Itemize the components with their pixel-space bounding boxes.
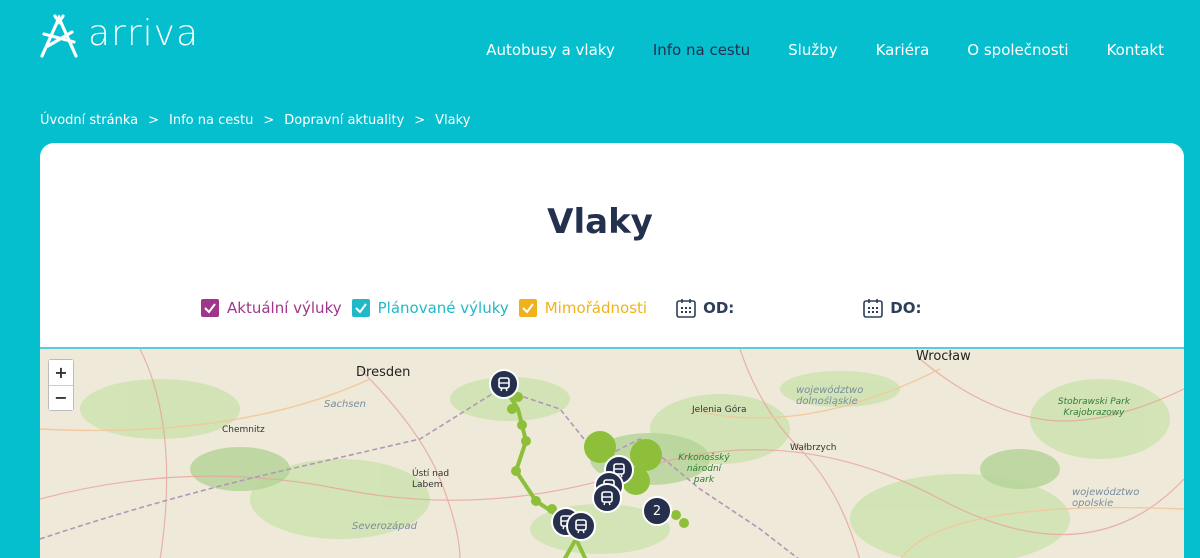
nav-autobusy-a-vlaky[interactable]: Autobusy a vlaky [486, 40, 615, 60]
map-label-stobrawski: Stobrawski Park Krajobrazowy [1057, 397, 1131, 418]
zoom-in-button[interactable]: + [49, 360, 73, 385]
map-background [40, 349, 1184, 558]
logo-text: arriva [88, 13, 200, 54]
map-label-walbrzych: Wałbrzych [790, 443, 837, 453]
map-label-dolnoslaskie: województwo dolnośląskie [796, 385, 864, 407]
cluster-marker[interactable]: 2 [642, 496, 672, 526]
train-icon [601, 491, 613, 506]
map-label-dresden: Dresden [356, 365, 411, 380]
nav-kontakt[interactable]: Kontakt [1107, 40, 1164, 60]
date-to-picker[interactable]: DO: [862, 297, 921, 319]
filter-label: Plánované výluky [377, 299, 509, 317]
map-label-jelenia-gora: Jelenia Góra [692, 405, 747, 415]
page-title: Vlaky [547, 202, 653, 242]
checkbox-mimoradnosti[interactable] [518, 299, 537, 317]
filter-planovane-vyluky[interactable]: Plánované výluky [351, 299, 509, 317]
nav-kariera[interactable]: Kariéra [876, 40, 930, 60]
check-icon [204, 303, 216, 314]
calendar-icon [676, 299, 696, 318]
checkbox-planovane-vyluky[interactable] [351, 299, 370, 317]
train-icon [498, 377, 510, 392]
filter-bar: Aktuální výluky Plánované výluky Mimořád… [201, 296, 921, 320]
map-label-sachsen: Sachsen [324, 399, 367, 410]
zoom-out-button[interactable]: − [49, 385, 73, 410]
train-marker[interactable] [489, 369, 519, 399]
breadcrumb-dopravni-aktuality[interactable]: Dopravní aktuality [284, 112, 404, 130]
date-from-picker[interactable]: OD: [675, 297, 734, 319]
map-label-usti: Ústí nad Labem [412, 469, 450, 490]
breadcrumb-current: Vlaky [435, 113, 471, 128]
breadcrumb-separator: > [414, 113, 426, 128]
train-marker[interactable] [592, 483, 622, 513]
zoom-control: + − [48, 359, 74, 411]
train-icon [575, 519, 587, 534]
nav-sluzby[interactable]: Služby [788, 40, 837, 60]
train-marker[interactable] [566, 511, 596, 541]
filter-label: Mimořádnosti [544, 299, 648, 317]
map-label-chemnitz: Chemnitz [222, 425, 265, 435]
date-to-label: DO: [890, 299, 922, 317]
arriva-logo-icon [40, 14, 78, 58]
filter-label: Aktuální výluky [227, 299, 342, 317]
breadcrumb-home[interactable]: Úvodní stránka [40, 112, 138, 130]
map-label-krkonose: Krkonošský národní park [678, 453, 730, 485]
arriva-logo[interactable]: arriva [38, 12, 199, 60]
map-label-opolskie: województwo opolskie [1072, 487, 1140, 509]
breadcrumb-separator: > [263, 113, 275, 128]
map-label-severozapad: Severozápad [352, 521, 417, 532]
filter-aktualni-vyluky[interactable]: Aktuální výluky [201, 299, 342, 317]
breadcrumb-info-na-cestu[interactable]: Info na cestu [169, 112, 253, 130]
check-icon [354, 303, 367, 314]
disruption-map[interactable]: + − Wrocław Dresden Sachsen Chemnitz Jel… [40, 347, 1184, 558]
nav-o-spolecnosti[interactable]: O společnosti [967, 40, 1068, 60]
main-nav: Autobusy a vlaky Info na cestu Služby Ka… [486, 40, 1164, 60]
check-icon [522, 303, 534, 314]
map-label-wroclaw: Wrocław [916, 349, 971, 364]
filter-mimoradnosti[interactable]: Mimořádnosti [518, 299, 648, 317]
site-header: arriva Autobusy a vlaky Info na cestu Sl… [0, 0, 1200, 100]
breadcrumb: Úvodní stránka > Info na cestu > Dopravn… [40, 112, 470, 130]
breadcrumb-separator: > [148, 113, 159, 128]
calendar-icon [863, 299, 884, 318]
checkbox-aktualni-vyluky[interactable] [201, 299, 219, 317]
nav-info-na-cestu[interactable]: Info na cestu [653, 40, 750, 60]
date-from-label: OD: [703, 299, 735, 317]
